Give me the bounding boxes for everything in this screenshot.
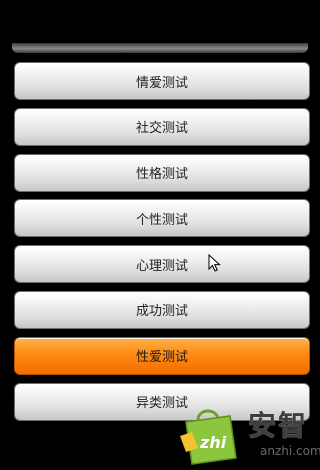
menu-button-success-test[interactable]: 成功测试	[14, 290, 310, 329]
menu-button-personality-test[interactable]: 性格测试	[14, 153, 310, 192]
menu-button-individuality-test[interactable]: 个性测试	[14, 199, 310, 238]
scrolled-button-edge	[12, 43, 308, 53]
mouse-pointer-icon	[208, 254, 221, 272]
top-strip	[0, 0, 320, 55]
menu-button-psychology-test[interactable]: 心理测试	[14, 245, 310, 284]
menu-button-love-test[interactable]: 情爱测试	[14, 62, 310, 100]
test-menu-list: 情爱测试 社交测试 性格测试 个性测试 心理测试 成功测试 性爱测试 异类测试	[14, 62, 310, 428]
menu-button-social-test[interactable]: 社交测试	[14, 107, 310, 146]
watermark-brand-en: anzhi.com	[260, 444, 320, 458]
shopping-bag-icon: zhi	[180, 409, 237, 465]
watermark-brand-cn: 安智	[248, 409, 309, 442]
watermark-icon-text: zhi	[199, 433, 227, 452]
anzhi-watermark: zhi 安智 anzhi.com	[178, 400, 320, 470]
app-screen: 情爱测试 社交测试 性格测试 个性测试 心理测试 成功测试 性爱测试 异类测试 …	[0, 0, 320, 470]
menu-button-sex-test[interactable]: 性爱测试	[14, 336, 310, 375]
